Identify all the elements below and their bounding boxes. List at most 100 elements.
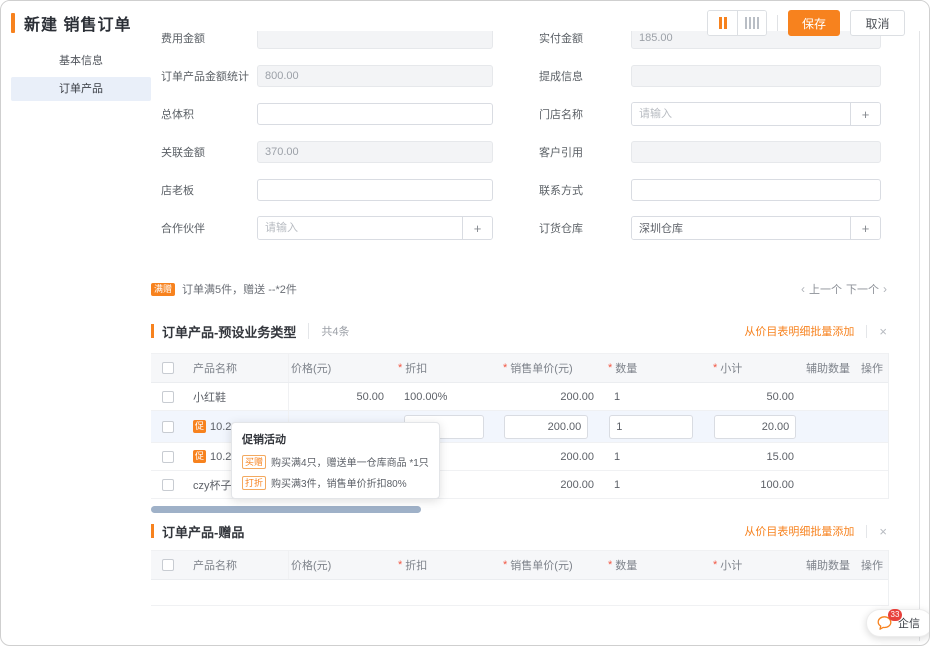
- operation-cell: [861, 411, 889, 442]
- related-amount-input[interactable]: [257, 141, 493, 163]
- tooltip-item: 买赠 购买满4只，赠送单一仓库商品 *1只: [242, 454, 429, 469]
- title-accent-bar: [11, 13, 15, 33]
- required-mark: *: [503, 362, 507, 374]
- total-volume-input[interactable]: [257, 103, 493, 125]
- empty-row: [151, 580, 888, 606]
- price-cell: 50.00: [289, 383, 396, 410]
- tooltip-title: 促销活动: [242, 431, 429, 447]
- field-label: 门店名称: [539, 106, 631, 122]
- products-section-header: 订单产品-预设业务类型 共4条 从价目表明细批量添加 ×: [151, 321, 887, 341]
- col-product-name: 产品名称: [193, 360, 237, 376]
- enterprise-chat-button[interactable]: 33 企信: [866, 609, 930, 637]
- aux-quantity-cell: [806, 411, 861, 442]
- unit-price-cell: 200.00: [501, 383, 606, 410]
- promotion-bar: 满赠 订单满5件，赠送 --*2件 ‹ 上一个 下一个 ›: [151, 280, 887, 298]
- quantity-cell: 1: [606, 443, 711, 470]
- store-name-add-icon[interactable]: +: [850, 103, 880, 125]
- customer-reference-input[interactable]: [631, 141, 881, 163]
- chat-unread-badge: 33: [888, 609, 902, 621]
- col-discount: 折扣: [405, 557, 427, 573]
- col-aux-quantity: 辅助数量: [806, 360, 850, 376]
- product-name: czy杯子: [193, 477, 232, 493]
- sidebar-item-basic-info[interactable]: 基本信息: [11, 49, 151, 73]
- store-name-lookup: +: [631, 102, 881, 126]
- partner-add-icon[interactable]: +: [462, 217, 492, 239]
- order-warehouse-input[interactable]: [632, 217, 850, 239]
- col-operation: 操作: [861, 360, 883, 376]
- aux-quantity-cell: [806, 383, 861, 410]
- row-checkbox[interactable]: [162, 391, 174, 403]
- promo-product-badge: 促: [193, 450, 206, 463]
- products-section-title: 订单产品-预设业务类型: [162, 322, 296, 341]
- save-button[interactable]: 保存: [788, 10, 840, 36]
- col-unit-price: 销售单价(元): [510, 360, 572, 376]
- partner-input[interactable]: [258, 217, 462, 239]
- field-label: 费用金额: [161, 30, 257, 46]
- operation-cell: [861, 383, 889, 410]
- next-arrow-icon[interactable]: ›: [883, 282, 887, 296]
- col-operation: 操作: [861, 557, 883, 573]
- subtotal-cell: 50.00: [711, 383, 806, 410]
- section-accent-bar: [151, 324, 154, 338]
- contact-info-input[interactable]: [631, 179, 881, 201]
- quantity-input[interactable]: [609, 415, 693, 439]
- batch-add-from-pricelist-link[interactable]: 从价目表明细批量添加: [744, 323, 854, 339]
- close-section-icon[interactable]: ×: [866, 525, 887, 538]
- subtotal-input[interactable]: [714, 415, 796, 439]
- operation-cell: [861, 443, 889, 470]
- gifts-table-header: 产品名称 价格(元) *折扣 *销售单价(元) *数量 *小计 辅助数量 操作: [151, 550, 888, 580]
- field-shop-owner: 店老板: [161, 179, 493, 201]
- col-quantity: 数量: [615, 360, 637, 376]
- promotion-pager: ‹ 上一个 下一个 ›: [801, 281, 887, 297]
- sidebar-item-order-products[interactable]: 订单产品: [11, 77, 151, 101]
- required-mark: *: [503, 559, 507, 571]
- buy-gift-tag: 买赠: [242, 455, 266, 469]
- aux-quantity-cell: [806, 471, 861, 498]
- col-price: 价格(元): [291, 360, 331, 376]
- header-actions: 保存 取消: [707, 10, 905, 36]
- product-amount-total-input[interactable]: [257, 65, 493, 87]
- field-customer-reference: 客户引用: [539, 141, 881, 163]
- col-subtotal: 小计: [720, 557, 742, 573]
- gifts-section-header: 订单产品-赠品 从价目表明细批量添加 ×: [151, 521, 887, 541]
- list-view-toggle[interactable]: [737, 11, 766, 35]
- field-related-amount: 关联金额: [161, 141, 493, 163]
- order-warehouse-add-icon[interactable]: +: [850, 217, 880, 239]
- commission-info-input[interactable]: [631, 65, 881, 87]
- field-label: 总体积: [161, 106, 257, 122]
- batch-add-from-pricelist-link[interactable]: 从价目表明细批量添加: [744, 523, 854, 539]
- promotion-tooltip: 促销活动 买赠 购买满4只，赠送单一仓库商品 *1只 打折 购买满3件，销售单价…: [231, 422, 440, 499]
- discount-cell: 100.00%: [396, 383, 501, 410]
- operation-cell: [861, 471, 889, 498]
- prev-arrow-icon[interactable]: ‹: [801, 282, 805, 296]
- next-promotion-button[interactable]: 下一个: [846, 281, 879, 297]
- promotion-type-badge: 满赠: [151, 283, 175, 296]
- field-commission-info: 提成信息: [539, 65, 881, 87]
- gifts-table: 产品名称 价格(元) *折扣 *销售单价(元) *数量 *小计 辅助数量 操作: [151, 550, 889, 606]
- prev-promotion-button[interactable]: 上一个: [809, 281, 842, 297]
- tooltip-item-text: 购买满3件，销售单价折扣80%: [271, 475, 407, 490]
- col-product-name: 产品名称: [193, 557, 237, 573]
- store-name-input[interactable]: [632, 103, 850, 125]
- field-label: 订货仓库: [539, 220, 631, 236]
- column-view-icon: [719, 17, 722, 29]
- app-window: 新建 销售订单 保存 取消 基本信息 订单产品 费用金额: [0, 0, 930, 646]
- field-label: 订单产品金额统计: [161, 68, 257, 84]
- cancel-button[interactable]: 取消: [850, 10, 905, 36]
- row-checkbox[interactable]: [162, 479, 174, 491]
- close-section-icon[interactable]: ×: [866, 325, 887, 338]
- field-partner: 合作伙伴 +: [161, 217, 493, 239]
- header-divider: [777, 15, 778, 31]
- shop-owner-input[interactable]: [257, 179, 493, 201]
- scrollbar-thumb[interactable]: [151, 506, 421, 513]
- unit-price-input[interactable]: [504, 415, 588, 439]
- select-all-checkbox[interactable]: [162, 362, 174, 374]
- col-unit-price: 销售单价(元): [510, 557, 572, 573]
- subtotal-cell: 15.00: [711, 443, 806, 470]
- column-view-toggle[interactable]: [708, 11, 737, 35]
- row-checkbox[interactable]: [162, 451, 174, 463]
- discount-tag: 打折: [242, 476, 266, 490]
- field-total-volume: 总体积: [161, 103, 493, 125]
- select-all-checkbox[interactable]: [162, 559, 174, 571]
- row-checkbox[interactable]: [162, 421, 174, 433]
